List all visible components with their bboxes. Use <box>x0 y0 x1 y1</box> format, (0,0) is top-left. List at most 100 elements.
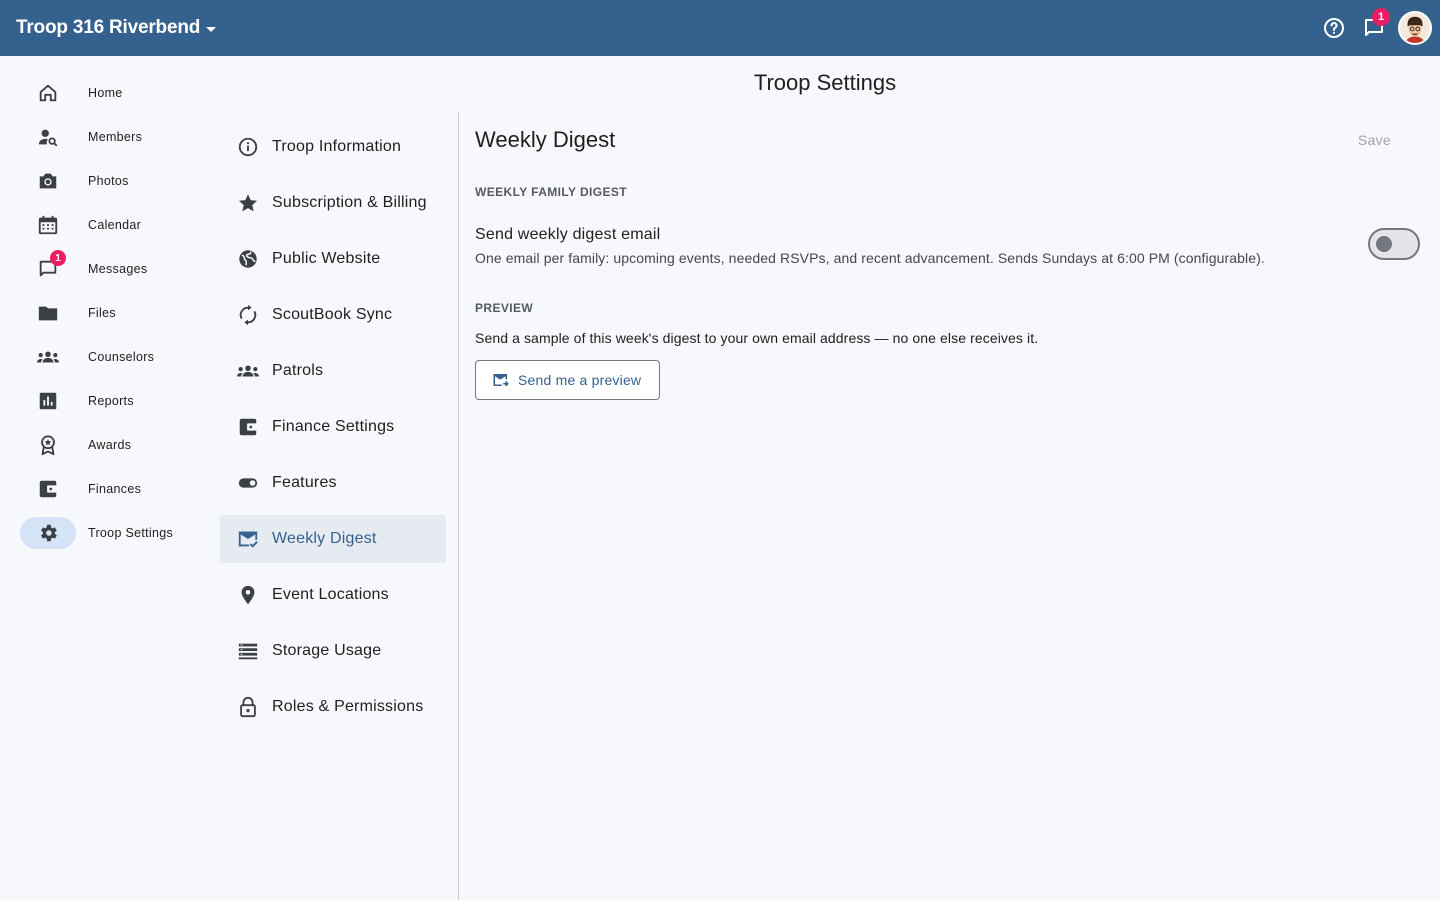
rail-label: Files <box>88 306 116 320</box>
rail-label: Finances <box>88 482 142 496</box>
send-preview-button[interactable]: Send me a preview <box>475 360 660 400</box>
messages-button[interactable]: 1 <box>1354 8 1394 48</box>
settings-item-label: Finance Settings <box>272 418 395 435</box>
settings-item-label: Weekly Digest <box>272 530 377 547</box>
rail-label: Messages <box>88 262 148 276</box>
groups-icon <box>236 359 260 383</box>
rail-item-awards[interactable]: Awards <box>20 429 200 461</box>
rail-item-photos[interactable]: Photos <box>20 165 200 197</box>
rail-item-reports[interactable]: Reports <box>20 385 200 417</box>
globe-icon <box>236 247 260 271</box>
digest-setting-title: Send weekly digest email <box>475 226 661 243</box>
rail-item-files[interactable]: Files <box>20 297 200 329</box>
rail-label: Counselors <box>88 350 155 364</box>
gear-icon <box>41 524 57 542</box>
digest-setting-description: One email per family: upcoming events, n… <box>475 250 1265 266</box>
rail-item-finances[interactable]: Finances <box>20 473 200 505</box>
rail-icon-wrap <box>20 121 76 153</box>
rail-label: Photos <box>88 174 129 188</box>
star-icon <box>236 191 260 215</box>
rail-icon-wrap <box>20 429 76 461</box>
settings-item-roles-permissions[interactable]: Roles & Permissions <box>220 683 446 731</box>
mark-email-read-icon <box>236 527 260 551</box>
info-icon <box>236 135 260 159</box>
avatar-icon <box>1400 13 1430 43</box>
settings-item-label: Event Locations <box>272 586 389 603</box>
page-title: Troop Settings <box>753 70 897 95</box>
settings-item-label: Roles & Permissions <box>272 698 424 715</box>
rail-icon-wrap: 1 <box>20 250 76 285</box>
location-pin-icon <box>236 583 260 607</box>
chevron-down-icon <box>206 26 217 32</box>
digest-toggle[interactable] <box>1368 228 1420 260</box>
section-heading-preview: PREVIEW <box>475 301 534 315</box>
storage-icon <box>236 639 260 663</box>
send-preview-label: Send me a preview <box>518 372 642 388</box>
rail-icon-wrap <box>20 517 76 549</box>
settings-item-patrols[interactable]: Patrols <box>220 347 446 395</box>
settings-item-label: ScoutBook Sync <box>272 306 393 323</box>
rail-icon-wrap <box>20 165 76 197</box>
toggle-knob <box>1376 236 1392 252</box>
preview-description: Send a sample of this week's digest to y… <box>475 330 1039 346</box>
rail-item-home[interactable]: Home <box>20 77 200 109</box>
rail-icon-wrap <box>20 473 76 505</box>
messages-badge: 1 <box>1372 8 1390 26</box>
rail-icon-wrap <box>20 341 76 373</box>
panel-title: Weekly Digest <box>475 127 616 152</box>
rail-label: Home <box>88 86 123 100</box>
settings-item-label: Subscription & Billing <box>272 194 427 211</box>
settings-item-label: Public Website <box>272 250 381 267</box>
sync-icon <box>236 303 260 327</box>
person-search-icon <box>38 129 58 147</box>
calendar-icon <box>38 215 58 235</box>
settings-item-finance-settings[interactable]: Finance Settings <box>220 403 446 451</box>
rail-label: Troop Settings <box>88 526 174 540</box>
help-button[interactable] <box>1314 8 1354 48</box>
settings-item-event-locations[interactable]: Event Locations <box>220 571 446 619</box>
settings-item-label: Troop Information <box>272 138 402 155</box>
settings-item-storage-usage[interactable]: Storage Usage <box>220 627 446 675</box>
rail-label: Awards <box>88 438 132 452</box>
toggle-icon <box>236 471 260 495</box>
help-icon <box>1324 18 1344 38</box>
wallet-icon <box>39 480 58 498</box>
settings-item-troop-information[interactable]: Troop Information <box>220 123 446 171</box>
rail-icon-wrap <box>20 209 76 241</box>
settings-item-label: Patrols <box>272 362 324 379</box>
divider <box>458 112 459 900</box>
groups-icon <box>37 351 59 363</box>
section-heading-digest: WEEKLY FAMILY DIGEST <box>475 185 628 199</box>
settings-item-scoutbook-sync[interactable]: ScoutBook Sync <box>220 291 446 339</box>
rail-label: Members <box>88 130 143 144</box>
bar-chart-icon <box>39 392 57 410</box>
rail-item-calendar[interactable]: Calendar <box>20 209 200 241</box>
rail-item-troop-settings[interactable]: Troop Settings <box>20 517 200 549</box>
top-actions: 1 <box>1314 0 1432 56</box>
troop-name: Troop 316 Riverbend <box>16 17 201 38</box>
folder-icon <box>38 306 58 321</box>
settings-item-label: Features <box>272 474 337 491</box>
award-icon <box>41 435 55 456</box>
settings-item-features[interactable]: Features <box>220 459 446 507</box>
lock-icon <box>236 695 260 719</box>
troop-switcher[interactable]: Troop 316 Riverbend <box>16 17 217 39</box>
camera-icon <box>39 173 57 189</box>
rail-label: Reports <box>88 394 134 408</box>
home-icon <box>39 84 57 102</box>
settings-item-label: Storage Usage <box>272 642 382 659</box>
rail-item-counselors[interactable]: Counselors <box>20 341 200 373</box>
top-app-bar: Troop 316 Riverbend 1 <box>0 0 1440 56</box>
rail-icon-wrap <box>20 297 76 329</box>
save-button[interactable]: Save <box>1358 132 1391 148</box>
rail-item-members[interactable]: Members <box>20 121 200 153</box>
avatar[interactable] <box>1398 11 1432 45</box>
settings-item-public-website[interactable]: Public Website <box>220 235 446 283</box>
rail-icon-wrap <box>20 385 76 417</box>
settings-item-subscription-billing[interactable]: Subscription & Billing <box>220 179 446 227</box>
rail-label: Calendar <box>88 218 142 232</box>
rail-item-messages[interactable]: 1 Messages <box>20 250 200 285</box>
messages-rail-badge: 1 <box>50 250 66 266</box>
settings-item-weekly-digest[interactable]: Weekly Digest <box>220 515 446 563</box>
nav-rail: Home Members Photos Calendar 1 Messages … <box>0 56 210 900</box>
